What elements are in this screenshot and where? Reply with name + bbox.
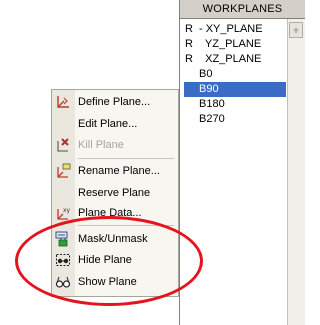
menu-item-label: Hide Plane bbox=[78, 254, 132, 266]
define-plane-icon bbox=[55, 94, 71, 110]
arrow-up-icon bbox=[293, 27, 299, 33]
plane-data-icon: xy bbox=[55, 205, 71, 221]
mask-icon bbox=[55, 231, 71, 247]
reserved-flag: R bbox=[185, 53, 193, 65]
menu-item-reserve-plane[interactable]: Reserve Plane bbox=[52, 183, 178, 203]
vertical-scrollbar[interactable] bbox=[287, 19, 305, 325]
workplane-row-xz[interactable]: R XZ_PLANE bbox=[184, 52, 286, 67]
menu-item-kill-plane[interactable]: Kill Plane bbox=[52, 135, 178, 155]
menu-item-define-plane[interactable]: Define Plane... bbox=[52, 92, 178, 112]
reserved-flag: R bbox=[185, 38, 193, 50]
menu-item-edit-plane[interactable]: Edit Plane... bbox=[52, 114, 178, 134]
workplane-name: - XY_PLANE bbox=[199, 23, 263, 35]
menu-item-rename-plane[interactable]: Rename Plane... bbox=[52, 161, 178, 181]
workplanes-list: R - XY_PLANE R YZ_PLANE R XZ_PLANE B0 B9… bbox=[184, 22, 286, 127]
menu-item-label: Show Plane bbox=[78, 276, 137, 288]
menu-item-mask-unmask[interactable]: Mask/Unmask bbox=[52, 229, 178, 249]
hide-plane-icon bbox=[55, 252, 71, 268]
rename-plane-icon bbox=[55, 163, 71, 179]
workplane-row-b0[interactable]: B0 bbox=[184, 67, 286, 82]
workplane-name: XZ_PLANE bbox=[199, 53, 262, 65]
menu-item-label: Plane Data... bbox=[78, 207, 142, 219]
menu-item-show-plane[interactable]: Show Plane bbox=[52, 272, 178, 292]
show-plane-icon bbox=[55, 274, 71, 290]
workplane-name: B90 bbox=[199, 83, 219, 95]
workplane-row-b180[interactable]: B180 bbox=[184, 97, 286, 112]
workplane-name: B180 bbox=[199, 98, 225, 110]
scroll-up-button[interactable] bbox=[289, 22, 303, 38]
workplane-row-b90[interactable]: B90 bbox=[184, 82, 286, 97]
svg-text:xy: xy bbox=[63, 207, 71, 214]
menu-separator bbox=[78, 158, 174, 159]
workplanes-header: WORKPLANES bbox=[180, 0, 305, 19]
menu-item-label: Reserve Plane bbox=[78, 187, 151, 199]
menu-separator bbox=[78, 225, 174, 226]
workplane-context-menu: Define Plane... Edit Plane... Kill Plane… bbox=[51, 89, 179, 297]
menu-item-label: Rename Plane... bbox=[78, 165, 160, 177]
menu-item-label: Mask/Unmask bbox=[78, 233, 148, 245]
workplane-row-yz[interactable]: R YZ_PLANE bbox=[184, 37, 286, 52]
menu-item-plane-data[interactable]: xy Plane Data... bbox=[52, 203, 178, 223]
workplane-row-b270[interactable]: B270 bbox=[184, 112, 286, 127]
workplanes-panel: WORKPLANES R - XY_PLANE R YZ_PLANE R XZ_… bbox=[179, 0, 305, 325]
menu-item-hide-plane[interactable]: Hide Plane bbox=[52, 250, 178, 270]
workplane-name: B270 bbox=[199, 113, 225, 125]
workplane-name: YZ_PLANE bbox=[199, 38, 262, 50]
workplane-row-xy[interactable]: R - XY_PLANE bbox=[184, 22, 286, 37]
kill-plane-icon bbox=[55, 137, 71, 153]
reserved-flag: R bbox=[185, 23, 193, 35]
menu-item-label: Define Plane... bbox=[78, 96, 151, 108]
workplane-name: B0 bbox=[199, 68, 213, 80]
menu-item-label: Edit Plane... bbox=[78, 118, 138, 130]
menu-item-label: Kill Plane bbox=[78, 139, 124, 151]
